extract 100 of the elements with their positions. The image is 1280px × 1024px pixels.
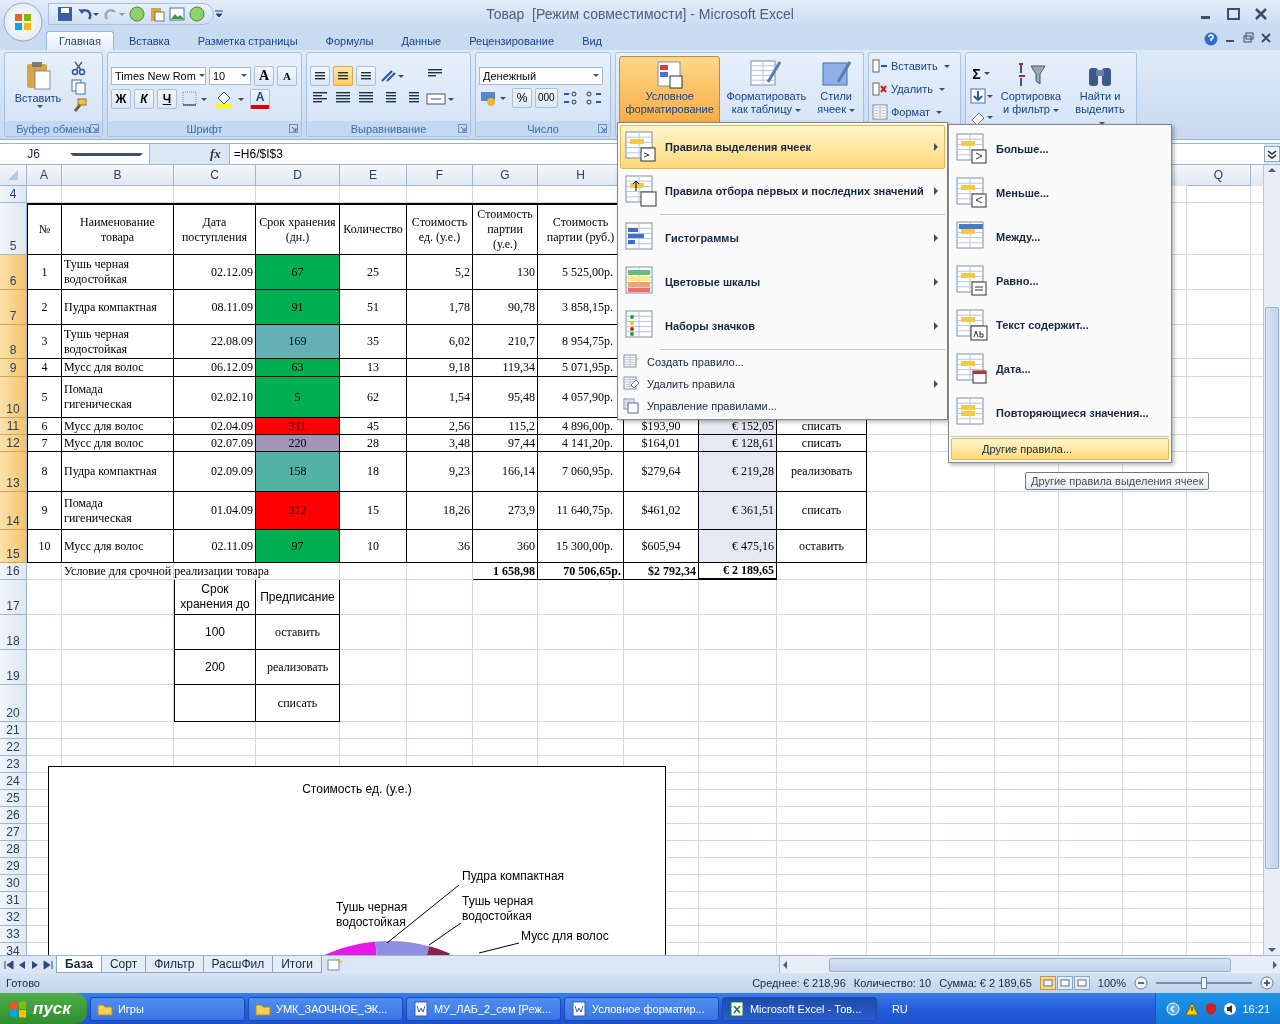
table-cell: € 2 189,65 bbox=[699, 563, 777, 580]
table-cell: 97 bbox=[256, 530, 340, 563]
table-cell: 97,44 bbox=[473, 435, 538, 452]
column-heading: Стоимость партии (у.е.) bbox=[473, 203, 538, 255]
group-label: Число bbox=[476, 121, 610, 136]
table-cell: 18,26 bbox=[407, 492, 473, 530]
chart-label: Мусс для волос bbox=[521, 929, 609, 944]
column-heading: Дата поступления bbox=[174, 203, 256, 255]
table-cell: оставить bbox=[256, 615, 340, 650]
table-cell: 220 bbox=[256, 435, 340, 452]
table-cell: Пудра компактная bbox=[62, 290, 174, 325]
table-cell: Срок хранения до bbox=[174, 580, 256, 615]
table-cell: € 475,16 bbox=[699, 530, 777, 563]
table-cell: списать bbox=[777, 435, 867, 452]
table-cell: 15 300,00р. bbox=[538, 530, 624, 563]
table-cell: 4 bbox=[27, 359, 62, 377]
table-cell: Условие для срочной реализации товара bbox=[62, 563, 473, 580]
table-cell: Помада гигеническая bbox=[62, 377, 174, 418]
table-cell: 115,2 bbox=[473, 418, 538, 435]
table-cell: 100 bbox=[174, 615, 256, 650]
table-cell: списать bbox=[777, 492, 867, 530]
clock: 16:21 bbox=[1242, 1002, 1270, 1015]
table-cell: 360 bbox=[473, 530, 538, 563]
table-cell: 312 bbox=[256, 492, 340, 530]
table-cell: 35 bbox=[340, 325, 407, 359]
sum-value: Сумма: € 2 189,65 bbox=[939, 977, 1032, 989]
tooltip: Другие правила выделения ячеек bbox=[1025, 472, 1210, 490]
table-cell: 3 bbox=[27, 325, 62, 359]
table-cell: 6 bbox=[27, 418, 62, 435]
table-cell: 91 bbox=[256, 290, 340, 325]
table-cell: Пудра компактная bbox=[62, 452, 174, 492]
table-cell: € 219,28 bbox=[699, 452, 777, 492]
chart-label: Тушь черная водостойкая bbox=[336, 900, 409, 930]
table-cell: 169 bbox=[256, 325, 340, 359]
table-cell: 5 bbox=[256, 377, 340, 418]
table-cell: 9,18 bbox=[407, 359, 473, 377]
table-cell: 8 bbox=[27, 452, 62, 492]
table-cell: реализовать bbox=[777, 452, 867, 492]
column-heading: Стоимость ед. (у.е.) bbox=[407, 203, 473, 255]
table-cell: 11 640,75р. bbox=[538, 492, 624, 530]
table-cell: 45 bbox=[340, 418, 407, 435]
table-cell: 158 bbox=[256, 452, 340, 492]
table-cell: 28 bbox=[340, 435, 407, 452]
table-cell: 36 bbox=[407, 530, 473, 563]
table-cell: 51 bbox=[340, 290, 407, 325]
table-cell: 210,7 bbox=[473, 325, 538, 359]
table-cell: 70 506,65р. bbox=[538, 563, 624, 580]
table-cell: 4 141,20р. bbox=[538, 435, 624, 452]
table-cell: 5,2 bbox=[407, 255, 473, 290]
table-cell: Помада гигеническая bbox=[62, 492, 174, 530]
chart-label: Пудра компактная bbox=[462, 869, 565, 884]
table-cell: 200 bbox=[174, 650, 256, 685]
table-cell: 7 bbox=[27, 435, 62, 452]
table-cell: 18 bbox=[340, 452, 407, 492]
status-text: Готово bbox=[6, 977, 40, 989]
table-cell: Мусс для волос bbox=[62, 418, 174, 435]
table-cell: 2,56 bbox=[407, 418, 473, 435]
table-cell: Предписание bbox=[256, 580, 340, 615]
column-heading: Количество bbox=[340, 203, 407, 255]
table-cell: 166,14 bbox=[473, 452, 538, 492]
table-cell: 1,54 bbox=[407, 377, 473, 418]
table-cell: 67 bbox=[256, 255, 340, 290]
table-cell: Тушь черная водостойкая bbox=[62, 325, 174, 359]
column-heading: № bbox=[27, 203, 62, 255]
table-cell: $2 792,34 bbox=[624, 563, 699, 580]
table-cell: 130 bbox=[473, 255, 538, 290]
table-cell: Мусс для волос bbox=[62, 435, 174, 452]
table-cell: 7 060,95р. bbox=[538, 452, 624, 492]
table-cell: 1 bbox=[27, 255, 62, 290]
table-cell: 6,02 bbox=[407, 325, 473, 359]
table-cell: € 361,51 bbox=[699, 492, 777, 530]
table-cell: Мусс для волос bbox=[62, 359, 174, 377]
table-cell: 311 bbox=[256, 418, 340, 435]
table-cell: 10 bbox=[340, 530, 407, 563]
table-cell: 62 bbox=[340, 377, 407, 418]
table-cell: 9 bbox=[27, 492, 62, 530]
table-cell: 25 bbox=[340, 255, 407, 290]
table-cell: 3,48 bbox=[407, 435, 473, 452]
table-cell: 9,23 bbox=[407, 452, 473, 492]
table-cell: реализовать bbox=[256, 650, 340, 685]
table-cell: 1 658,98 bbox=[473, 563, 538, 580]
table-cell: 13 bbox=[340, 359, 407, 377]
table-cell: оставить bbox=[777, 530, 867, 563]
column-heading: Наименование товара bbox=[62, 203, 174, 255]
table-cell: Мусс для волос bbox=[62, 530, 174, 563]
window-title: Товар [Режим совместимости] - Microsoft Excel bbox=[486, 6, 794, 22]
table-cell: 2 bbox=[27, 290, 62, 325]
table-cell: € 128,61 bbox=[699, 435, 777, 452]
table-cell: 90,78 bbox=[473, 290, 538, 325]
chart-title: Стоимость ед. (у.е.) bbox=[302, 782, 412, 796]
table-cell: Тушь черная водостойкая bbox=[62, 255, 174, 290]
group-label: Буфер обмена bbox=[5, 121, 102, 136]
group-label: Шрифт bbox=[108, 121, 301, 136]
table-cell: 15 bbox=[340, 492, 407, 530]
table-cell: 10 bbox=[27, 530, 62, 563]
group-label: Выравнивание bbox=[307, 121, 470, 136]
table-cell: 63 bbox=[256, 359, 340, 377]
count-value: Количество: 10 bbox=[853, 977, 932, 989]
table-cell: 95,48 bbox=[473, 377, 538, 418]
chart-label: Тушь черная водостойкая bbox=[462, 894, 535, 924]
